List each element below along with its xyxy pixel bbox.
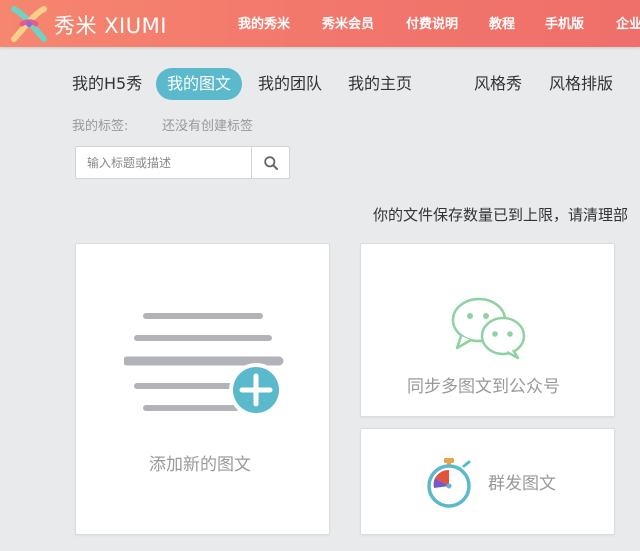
add-graphic-card[interactable]: 添加新的图文 (75, 243, 330, 535)
tags-empty-text: 还没有创建标签 (162, 119, 254, 134)
search-box (75, 146, 290, 179)
nav-mobile[interactable]: 手机版 (545, 13, 584, 32)
search-input[interactable] (76, 147, 252, 178)
search-icon (263, 155, 278, 170)
nav-pricing[interactable]: 付费说明 (406, 13, 458, 32)
xiumi-logo-icon[interactable] (10, 6, 48, 42)
brand-name[interactable]: 秀米 XIUMI (54, 10, 167, 40)
wechat-icon (451, 297, 526, 360)
top-header: 秀米 XIUMI 我的秀米 秀米会员 付费说明 教程 手机版 企业 (0, 0, 640, 47)
add-document-icon (124, 313, 284, 417)
nav-enterprise[interactable]: 企业 (616, 13, 640, 32)
stopwatch-icon (427, 458, 471, 508)
sync-to-wechat-label: 同步多图文到公众号 (407, 377, 560, 397)
mass-send-card[interactable]: 群发图文 (360, 428, 615, 535)
tab-my-graphic[interactable]: 我的图文 (156, 68, 243, 100)
add-graphic-label: 添加新的图文 (149, 455, 251, 475)
tab-style-show[interactable]: 风格秀 (474, 68, 522, 100)
tab-my-h5[interactable]: 我的H5秀 (72, 68, 142, 100)
nav-my-xiumi[interactable]: 我的秀米 (238, 13, 290, 32)
tab-my-home[interactable]: 我的主页 (348, 68, 412, 100)
sync-to-wechat-card[interactable]: 同步多图文到公众号 (360, 243, 615, 417)
search-button[interactable] (251, 147, 289, 178)
mass-send-label: 群发图文 (488, 474, 556, 494)
nav-membership[interactable]: 秀米会员 (322, 13, 374, 32)
tab-my-team[interactable]: 我的团队 (258, 68, 322, 100)
tags-label: 我的标签: (72, 119, 129, 134)
tab-style-layout[interactable]: 风格排版 (549, 68, 613, 100)
nav-tutorial[interactable]: 教程 (489, 13, 515, 32)
storage-limit-notice: 你的文件保存数量已到上限，请清理部 (373, 206, 629, 224)
